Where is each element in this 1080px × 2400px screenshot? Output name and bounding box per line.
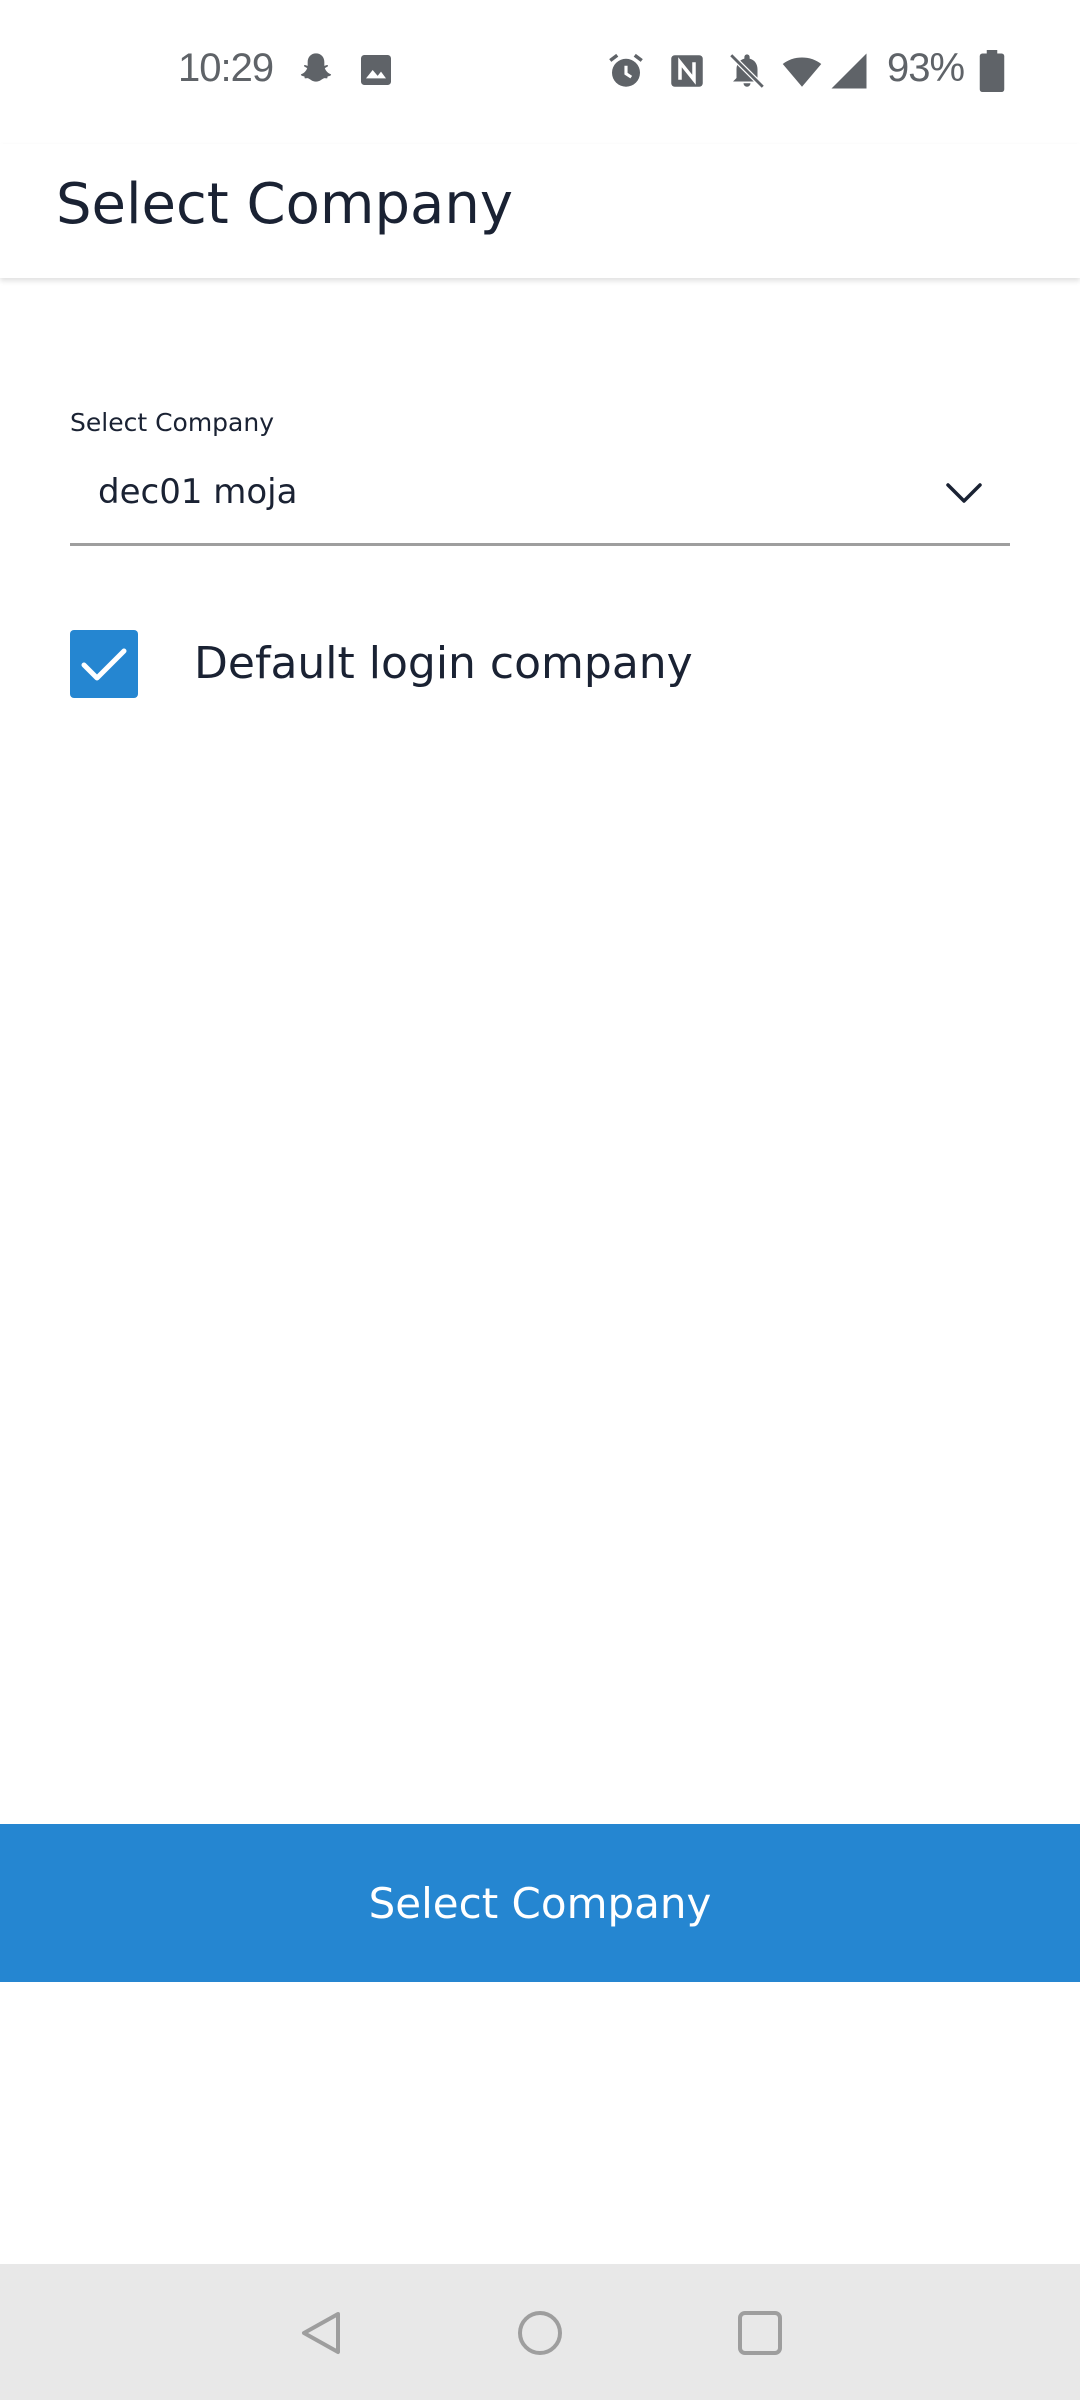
chevron-down-icon[interactable] <box>944 478 984 513</box>
back-icon[interactable] <box>296 2308 346 2363</box>
home-icon[interactable] <box>515 2308 565 2363</box>
checkmark-icon <box>81 648 127 681</box>
bell-off-icon <box>726 50 768 97</box>
wifi-icon <box>780 50 824 97</box>
default-login-company-row[interactable]: Default login company <box>70 630 1010 698</box>
status-time: 10:29 <box>178 46 274 90</box>
battery-icon <box>978 50 1006 97</box>
nfc-icon <box>666 50 708 97</box>
default-login-checkbox-label[interactable]: Default login company <box>194 638 693 689</box>
alarm-icon <box>605 50 647 97</box>
company-select[interactable]: dec01 moja <box>70 450 1010 546</box>
signal-icon <box>828 50 870 97</box>
battery-percent: 93% <box>887 46 965 90</box>
image-icon <box>356 50 396 95</box>
default-login-checkbox[interactable] <box>70 630 138 698</box>
system-nav-bar <box>0 2264 1080 2400</box>
app-bar: Select Company <box>0 144 1080 278</box>
company-field-label: Select Company <box>70 408 275 437</box>
snapchat-icon <box>296 50 336 95</box>
status-bar: 10:29 93% <box>0 0 1080 144</box>
company-select-value: dec01 moja <box>98 472 298 512</box>
select-company-button[interactable]: Select Company <box>0 1824 1080 1982</box>
page-title: Select Company <box>56 172 513 237</box>
recents-icon[interactable] <box>735 2308 785 2363</box>
